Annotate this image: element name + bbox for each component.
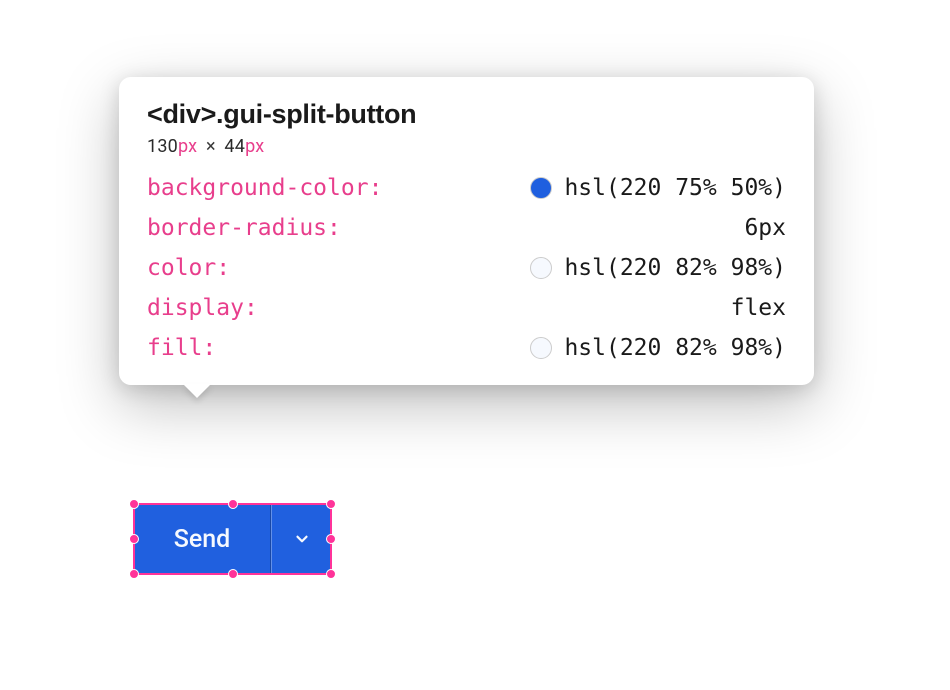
css-property-row: background-color: hsl(220 75% 50%) [147, 175, 786, 201]
css-property-value: hsl(220 82% 98%) [530, 255, 786, 281]
gui-split-button[interactable]: Send [133, 503, 332, 575]
color-swatch-icon [530, 337, 552, 359]
css-property-value: hsl(220 82% 98%) [530, 335, 786, 361]
css-property-row: border-radius: 6px [147, 215, 786, 241]
dim-width-value: 130 [147, 136, 178, 157]
css-property-row: color: hsl(220 82% 98%) [147, 255, 786, 281]
send-button[interactable]: Send [133, 503, 271, 575]
css-property-row: fill: hsl(220 82% 98%) [147, 335, 786, 361]
chevron-down-icon [293, 530, 311, 548]
tooltip-header: <div>.gui-split-button 130px × 44px [147, 99, 786, 157]
css-property-name: fill: [147, 335, 216, 361]
element-selector: <div>.gui-split-button [147, 99, 786, 130]
element-dimensions: 130px × 44px [147, 136, 786, 157]
css-property-name: display: [147, 295, 258, 321]
selected-element-wrapper: Send [133, 503, 332, 575]
dim-width-unit: px [178, 136, 197, 157]
css-property-row: display: flex [147, 295, 786, 321]
css-property-value: 6px [744, 215, 786, 241]
devtools-element-tooltip: <div>.gui-split-button 130px × 44px back… [119, 77, 814, 385]
css-property-list: background-color: hsl(220 75% 50%) borde… [147, 175, 786, 361]
css-property-name: background-color: [147, 175, 382, 201]
tooltip-arrow-icon [183, 384, 211, 398]
dropdown-toggle-button[interactable] [272, 503, 332, 575]
dim-height-value: 44 [224, 136, 245, 157]
dim-height-unit: px [245, 136, 264, 157]
css-property-name: color: [147, 255, 230, 281]
css-property-name: border-radius: [147, 215, 341, 241]
dim-separator: × [206, 136, 216, 157]
color-swatch-icon [530, 177, 552, 199]
color-swatch-icon [530, 257, 552, 279]
css-property-value: flex [731, 295, 786, 321]
css-property-value: hsl(220 75% 50%) [530, 175, 786, 201]
send-button-label: Send [174, 525, 231, 554]
